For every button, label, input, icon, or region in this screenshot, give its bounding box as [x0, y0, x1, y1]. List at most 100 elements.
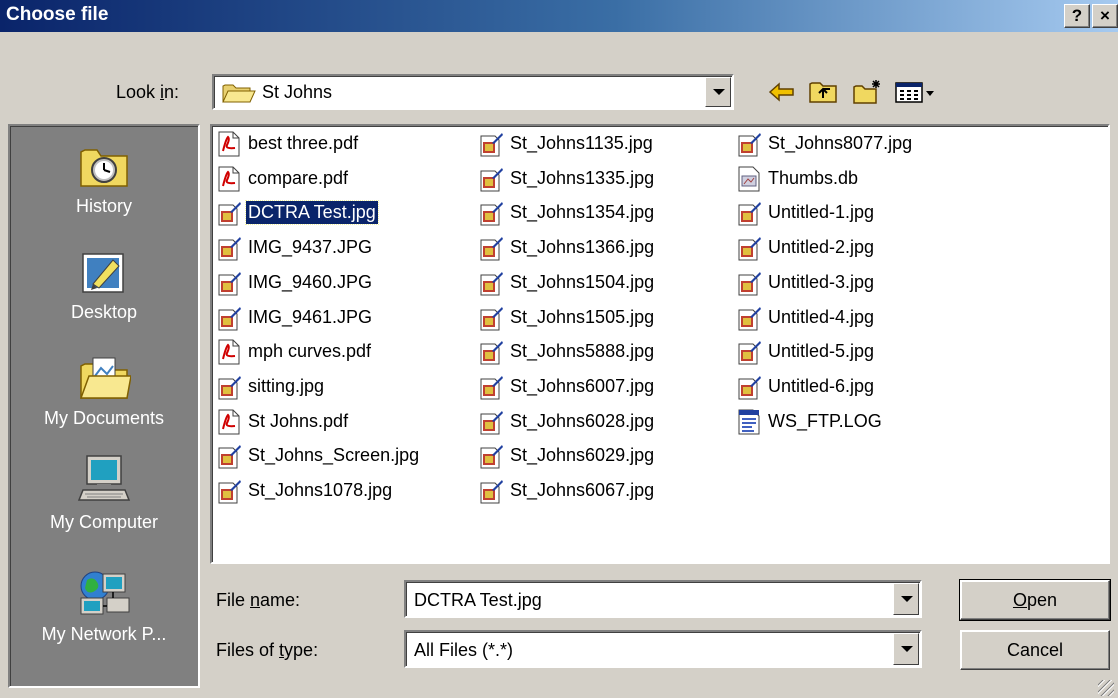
chevron-down-icon — [713, 89, 725, 95]
new-folder-icon[interactable] — [852, 78, 884, 106]
file-name: St_Johns1354.jpg — [510, 202, 655, 223]
jpg-file-icon — [478, 305, 504, 331]
desktop-icon — [82, 253, 124, 293]
file-name: WS_FTP.LOG — [768, 410, 882, 431]
jpg-file-icon — [216, 443, 242, 469]
cancel-button[interactable]: Cancel — [960, 630, 1110, 670]
jpg-file-icon — [736, 131, 762, 157]
place-my-network-places[interactable]: My Network P... — [10, 568, 198, 645]
view-menu-icon[interactable] — [894, 78, 938, 106]
jpg-file-icon — [478, 235, 504, 261]
place-label: My Documents — [43, 408, 165, 428]
file-list[interactable]: best three.pdf compare.pdf DCTRA Test.jpg I… — [210, 124, 1110, 564]
chevron-down-icon — [901, 596, 913, 602]
file-name: IMG_9460.JPG — [248, 271, 373, 292]
jpg-file-icon — [478, 200, 504, 226]
file-name: Untitled-6.jpg — [768, 375, 875, 396]
look-in-label: Look in: — [116, 82, 180, 102]
file-name: mph curves.pdf — [248, 341, 372, 362]
jpg-file-icon — [478, 409, 504, 435]
folder-open-icon — [222, 84, 256, 103]
file-name: IMG_9461.JPG — [248, 306, 373, 327]
file-name: Untitled-1.jpg — [768, 202, 875, 223]
jpg-file-icon — [216, 305, 242, 331]
up-folder-icon[interactable] — [808, 78, 840, 106]
file-type-combo[interactable]: All Files (*.*) — [404, 630, 922, 668]
file-type-dropdown-button[interactable] — [893, 633, 919, 665]
jpg-file-icon — [736, 339, 762, 365]
jpg-file-icon — [478, 131, 504, 157]
history-icon — [80, 149, 128, 187]
file-name: St_Johns1135.jpg — [510, 133, 653, 153]
jpg-file-icon — [736, 374, 762, 400]
file-type-value: All Files (*.*) — [414, 640, 514, 660]
file-name: Untitled-4.jpg — [768, 306, 875, 327]
jpg-file-icon — [216, 200, 242, 226]
file-name-combo[interactable]: DCTRA Test.jpg — [404, 580, 922, 618]
my-computer-icon — [77, 455, 131, 501]
file-name: Untitled-5.jpg — [768, 341, 875, 362]
file-name: St_Johns5888.jpg — [510, 341, 655, 362]
file-name: St Johns.pdf — [248, 410, 349, 431]
file-name-label: File name: — [216, 590, 301, 610]
open-button[interactable]: Open — [959, 579, 1111, 621]
place-label: My Network P... — [41, 624, 167, 644]
place-label: History — [75, 196, 132, 216]
my-network-places-icon — [80, 571, 130, 615]
file-name: St_Johns_Screen.jpg — [248, 445, 420, 466]
places-bar: History Desktop My Documents My Computer… — [8, 124, 200, 688]
jpg-file-icon — [736, 235, 762, 261]
jpg-file-icon — [736, 305, 762, 331]
file-name: St_Johns1504.jpg — [510, 271, 655, 292]
file-name: best three.pdf — [248, 133, 359, 153]
jpg-file-icon — [736, 200, 762, 226]
jpg-file-icon — [478, 339, 504, 365]
close-button[interactable]: × — [1092, 4, 1118, 28]
db-file-icon — [736, 166, 762, 192]
file-name: Thumbs.db — [768, 167, 859, 188]
place-my-computer[interactable]: My Computer — [10, 452, 198, 533]
pdf-file-icon — [216, 166, 242, 192]
my-documents-icon — [79, 357, 131, 399]
file-name: St_Johns1366.jpg — [510, 237, 655, 258]
jpg-file-icon — [216, 235, 242, 261]
file-name: St_Johns6067.jpg — [510, 480, 655, 500]
log-file-icon — [736, 409, 762, 435]
jpg-file-icon — [478, 270, 504, 296]
file-name-dropdown-button[interactable] — [893, 583, 919, 615]
jpg-file-icon — [736, 270, 762, 296]
pdf-file-icon — [216, 131, 242, 157]
file-name: St_Johns6028.jpg — [510, 410, 655, 431]
back-arrow-icon[interactable] — [766, 78, 798, 106]
jpg-file-icon — [478, 443, 504, 469]
jpg-file-icon — [478, 166, 504, 192]
file-name: St_Johns8077.jpg — [768, 133, 913, 153]
pdf-file-icon — [216, 339, 242, 365]
pdf-file-icon — [216, 409, 242, 435]
file-name: St_Johns1078.jpg — [248, 480, 393, 500]
file-name: compare.pdf — [248, 167, 349, 188]
jpg-file-icon — [478, 478, 504, 504]
help-button[interactable]: ? — [1064, 4, 1090, 28]
jpg-file-icon — [216, 374, 242, 400]
look-in-dropdown-button[interactable] — [705, 77, 731, 107]
file-name: St_Johns1505.jpg — [510, 306, 655, 327]
file-name: St_Johns1335.jpg — [510, 167, 655, 188]
place-label: My Computer — [49, 512, 159, 532]
file-name: Untitled-2.jpg — [768, 237, 875, 258]
look-in-combo[interactable]: St Johns — [212, 74, 734, 110]
place-history[interactable]: History — [10, 140, 198, 217]
title-bar[interactable]: Choose file ? × — [0, 0, 1118, 32]
jpg-file-icon — [478, 374, 504, 400]
jpg-file-icon — [216, 478, 242, 504]
place-my-documents[interactable]: My Documents — [10, 352, 198, 429]
place-desktop[interactable]: Desktop — [10, 246, 198, 323]
file-name-input[interactable]: DCTRA Test.jpg — [414, 590, 542, 611]
file-name: St_Johns6007.jpg — [510, 375, 655, 396]
dialog-title: Choose file — [6, 4, 109, 25]
chevron-down-icon — [901, 646, 913, 652]
file-name: St_Johns6029.jpg — [510, 445, 655, 466]
place-label: Desktop — [70, 302, 138, 322]
file-name: IMG_9437.JPG — [248, 237, 373, 258]
resize-grip[interactable] — [1098, 680, 1114, 696]
